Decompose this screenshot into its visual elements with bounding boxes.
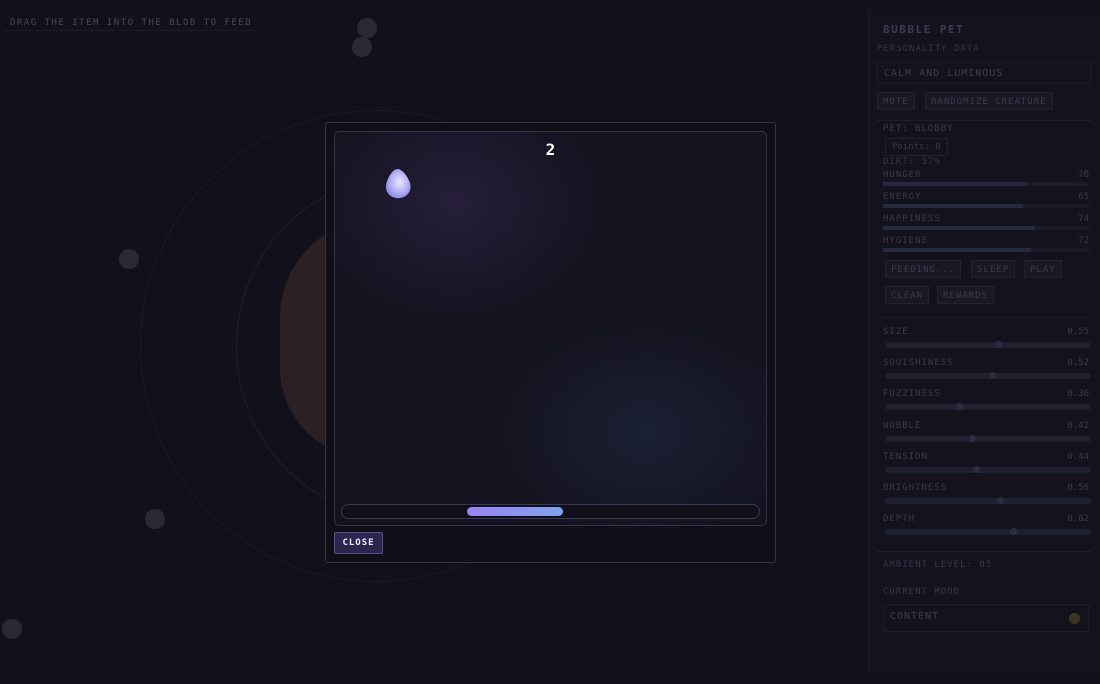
feeding-progress-fill	[467, 507, 563, 516]
slider-thumb[interactable]	[968, 435, 976, 442]
slider-squishiness[interactable]: SQUISHINESS 0.52	[883, 358, 1091, 379]
slider-thumb[interactable]	[1009, 528, 1017, 535]
slider-label: BRIGHTNESS	[883, 483, 948, 493]
slider-track[interactable]	[885, 528, 1091, 535]
divider	[877, 120, 1091, 121]
divider	[877, 551, 1091, 552]
slider-thumb[interactable]	[956, 403, 964, 410]
control-panel: BUBBLE PET PERSONALITY DATA CALM AND LUM…	[868, 10, 1100, 674]
stat-hunger: HUNGER 70	[883, 170, 1089, 186]
mute-button[interactable]: MUTE	[877, 92, 915, 110]
slider-track[interactable]	[885, 403, 1091, 410]
slider-thumb[interactable]	[989, 372, 997, 379]
slider-thumb[interactable]	[995, 341, 1003, 348]
stat-bar-fill	[883, 204, 1024, 208]
points-badge: Points: 0	[885, 138, 948, 156]
feeding-progress-track	[341, 504, 760, 519]
floating-bubble	[145, 509, 165, 529]
slider-size[interactable]: SIZE 0.55	[883, 327, 1091, 348]
slider-tension[interactable]: TENSION 0.44	[883, 452, 1091, 473]
slider-wobble[interactable]: WOBBLE 0.42	[883, 421, 1091, 442]
rewards-button[interactable]: REWARDS	[937, 286, 994, 304]
slider-value: 0.52	[1067, 358, 1089, 368]
mood-value: CONTENT	[890, 611, 940, 622]
feed-hint: DRAG THE ITEM INTO THE BLOB TO FEED	[4, 16, 259, 31]
slider-value: 0.42	[1067, 421, 1089, 431]
floating-bubble	[352, 37, 372, 57]
sleep-button[interactable]: SLEEP	[971, 260, 1016, 278]
close-button[interactable]: CLOSE	[334, 532, 383, 554]
divider	[877, 317, 1091, 318]
stat-label: HYGIENE	[883, 236, 928, 246]
ambient-level: AMBIENT LEVEL: 05	[883, 560, 993, 570]
stat-label: HAPPINESS	[883, 214, 941, 224]
slider-label: SIZE	[883, 327, 909, 337]
slider-track[interactable]	[885, 435, 1091, 442]
floating-bubble	[119, 249, 139, 269]
mood-box: CONTENT	[883, 604, 1089, 632]
stat-bar-track	[883, 182, 1089, 186]
floating-bubble	[357, 18, 377, 38]
slider-value: 0.56	[1067, 483, 1089, 493]
slider-value: 0.36	[1067, 389, 1089, 399]
slider-value: 0.62	[1067, 514, 1089, 524]
stat-bar-track	[883, 204, 1089, 208]
slider-label: TENSION	[883, 452, 928, 462]
floating-bubble	[2, 619, 22, 639]
slider-thumb[interactable]	[997, 497, 1005, 504]
pet-name: PET: BLOBBY	[883, 124, 954, 134]
slider-label: FUZZINESS	[883, 389, 941, 399]
personality-value: CALM AND LUMINOUS	[877, 62, 1091, 84]
mood-heading: CURRENT MOOD	[883, 587, 961, 597]
stat-bar-fill	[883, 182, 1028, 186]
dirt-level: DIRT: 57%	[883, 157, 941, 167]
score-counter: 2	[545, 140, 556, 159]
personality-heading: PERSONALITY DATA	[877, 44, 980, 54]
clean-button[interactable]: CLEAN	[885, 286, 930, 304]
slider-depth[interactable]: DEPTH 0.62	[883, 514, 1091, 535]
play-button[interactable]: PLAY	[1024, 260, 1062, 278]
stat-bar-fill	[883, 248, 1032, 252]
slider-track[interactable]	[885, 466, 1091, 473]
stat-energy: ENERGY 65	[883, 192, 1089, 208]
stat-bar-track	[883, 248, 1089, 252]
food-blob-icon[interactable]	[384, 168, 412, 199]
slider-fuzziness[interactable]: FUZZINESS 0.36	[883, 389, 1091, 410]
stat-value: 70	[1078, 170, 1089, 180]
stat-label: HUNGER	[883, 170, 922, 180]
stat-bar-fill	[883, 226, 1036, 230]
slider-track[interactable]	[885, 497, 1091, 504]
slider-label: DEPTH	[883, 514, 916, 524]
slider-track[interactable]	[885, 372, 1091, 379]
stat-value: 72	[1078, 236, 1089, 246]
slider-label: SQUISHINESS	[883, 358, 954, 368]
feeding-modal: 2 CLOSE	[325, 122, 776, 563]
randomize-creature-button[interactable]: RANDOMIZE CREATURE	[925, 92, 1053, 110]
stat-value: 65	[1078, 192, 1089, 202]
slider-label: WOBBLE	[883, 421, 922, 431]
feed-button[interactable]: FEEDING...	[885, 260, 962, 278]
slider-value: 0.55	[1067, 327, 1089, 337]
slider-value: 0.44	[1067, 452, 1089, 462]
panel-title: BUBBLE PET	[883, 23, 965, 36]
stat-label: ENERGY	[883, 192, 922, 202]
slider-track[interactable]	[885, 341, 1091, 348]
stat-bar-track	[883, 226, 1089, 230]
slider-brightness[interactable]: BRIGHTNESS 0.56	[883, 483, 1091, 504]
feeding-game-area[interactable]: 2	[334, 131, 767, 526]
stat-hygiene: HYGIENE 72	[883, 236, 1089, 252]
mood-indicator-icon	[1069, 613, 1080, 624]
stat-value: 74	[1078, 214, 1089, 224]
slider-thumb[interactable]	[972, 466, 980, 473]
stat-happiness: HAPPINESS 74	[883, 214, 1089, 230]
